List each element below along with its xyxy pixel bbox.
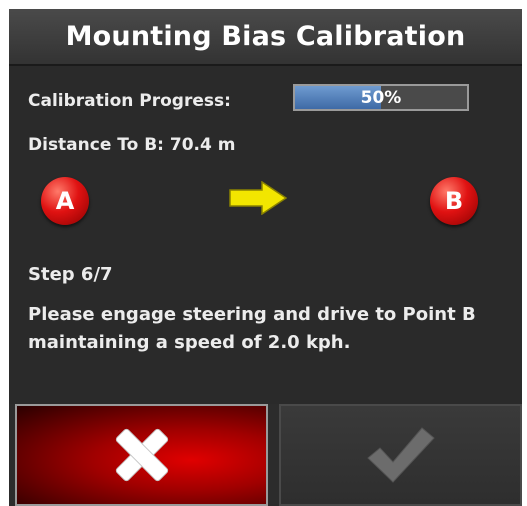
check-icon <box>366 427 435 483</box>
confirm-button[interactable] <box>279 404 522 506</box>
point-b-label: B <box>444 187 464 215</box>
progress-label: Calibration Progress: <box>28 91 231 111</box>
point-b-marker: B <box>430 177 478 225</box>
progress-percent: 50% <box>360 87 402 108</box>
calibration-dialog: Mounting Bias Calibration Calibration Pr… <box>9 9 522 506</box>
point-a-marker: A <box>41 177 89 225</box>
point-a-label: A <box>55 187 75 215</box>
dialog-title: Mounting Bias Calibration <box>65 21 466 52</box>
calibration-progress-bar: 50% <box>293 84 469 111</box>
step-label: Step 6/7 <box>28 264 113 285</box>
cancel-button[interactable] <box>15 404 268 506</box>
close-icon <box>115 428 168 482</box>
distance-label: Distance To B: 70.4 m <box>28 135 236 155</box>
title-bar: Mounting Bias Calibration <box>9 9 522 66</box>
step-instruction: Please engage steering and drive to Poin… <box>28 304 476 353</box>
right-arrow-icon <box>229 181 287 215</box>
